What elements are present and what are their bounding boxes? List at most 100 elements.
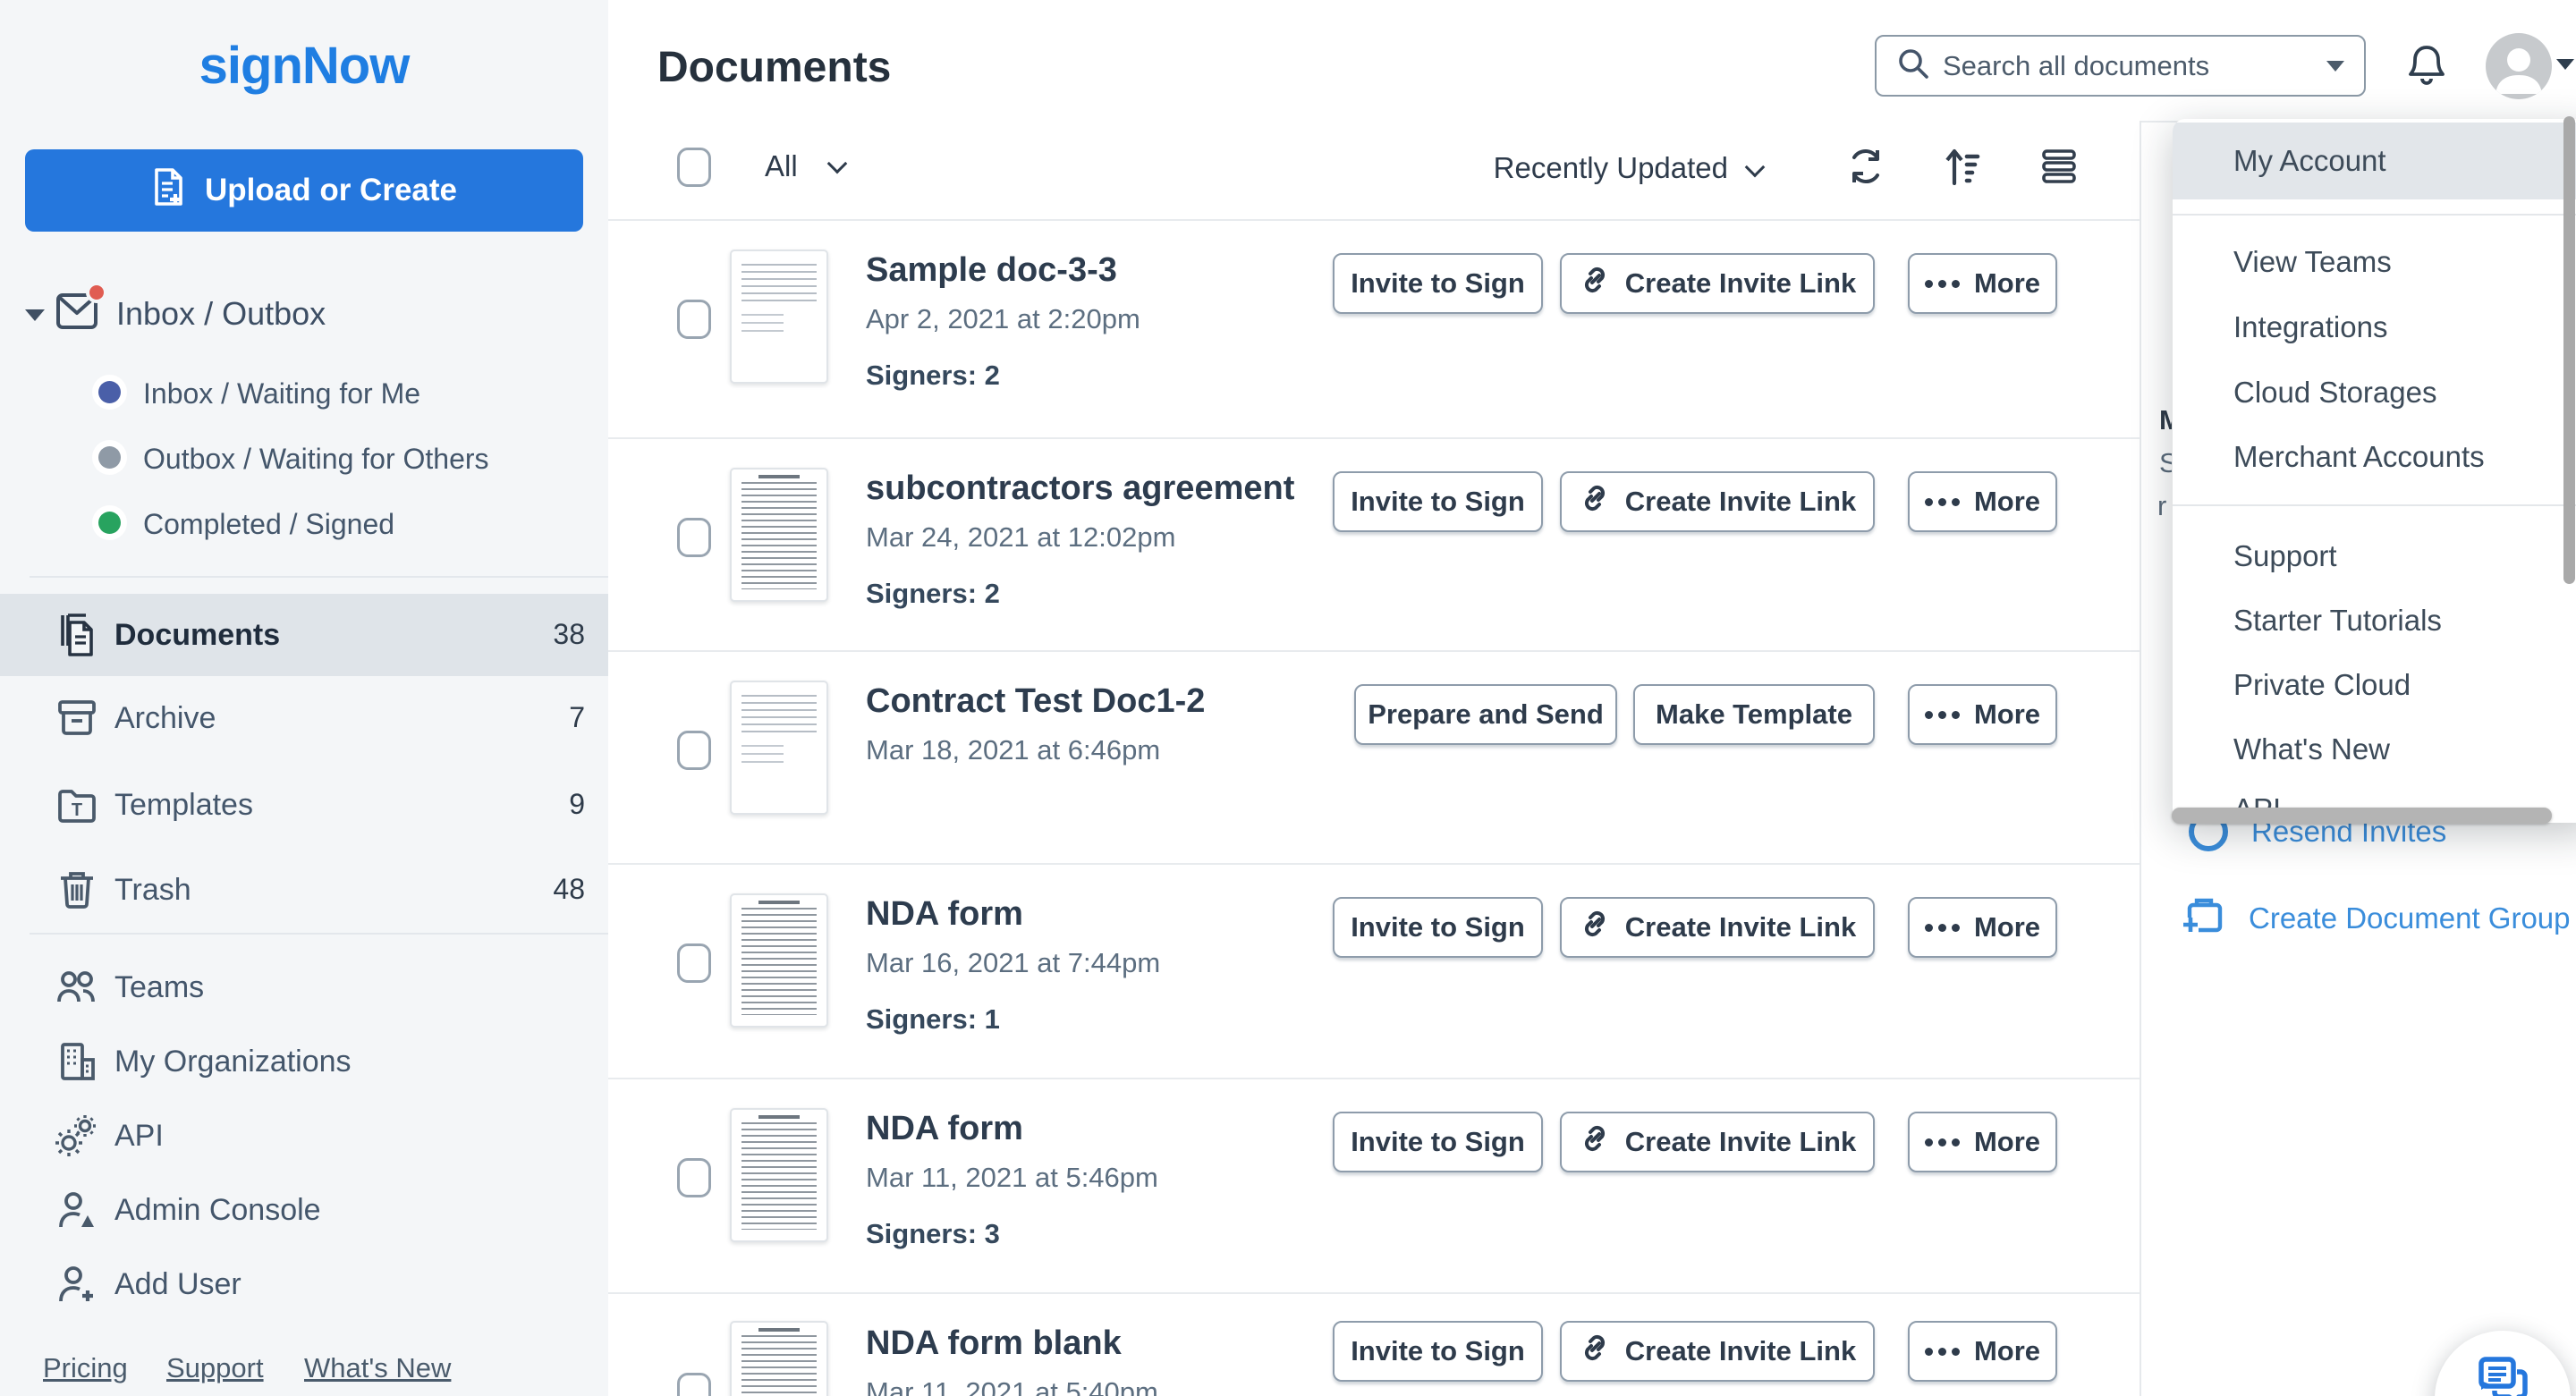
ellipsis-icon bbox=[1925, 1348, 1960, 1356]
create-invite-link-button[interactable]: Create Invite Link bbox=[1560, 253, 1875, 314]
chevron-down-icon[interactable] bbox=[1745, 157, 1766, 178]
document-thumbnail[interactable] bbox=[730, 681, 828, 815]
invite-to-sign-button[interactable]: Invite to Sign bbox=[1333, 471, 1543, 532]
menu-item-cloud-storages[interactable]: Cloud Storages bbox=[2173, 376, 2576, 410]
account-menu-caret-icon[interactable] bbox=[2556, 59, 2574, 70]
user-avatar[interactable] bbox=[2486, 33, 2552, 99]
row-checkbox[interactable] bbox=[677, 943, 711, 983]
menu-item-merchant-accounts[interactable]: Merchant Accounts bbox=[2173, 440, 2576, 474]
horizontal-scrollbar[interactable] bbox=[2172, 808, 2552, 824]
sidebar-item-api[interactable]: API bbox=[0, 1095, 608, 1177]
row-checkbox[interactable] bbox=[677, 731, 711, 770]
more-button[interactable]: More bbox=[1908, 1112, 2057, 1172]
upload-or-create-button[interactable]: Upload or Create bbox=[25, 149, 583, 232]
list-view-icon[interactable] bbox=[2040, 148, 2078, 190]
unread-badge bbox=[86, 282, 107, 303]
sidebar-item-templates[interactable]: T Templates 9 bbox=[0, 764, 608, 846]
document-date: Mar 24, 2021 at 12:02pm bbox=[866, 521, 1175, 554]
notifications-bell-icon[interactable] bbox=[2406, 43, 2447, 90]
documents-icon bbox=[55, 613, 98, 661]
document-thumbnail[interactable] bbox=[730, 1108, 828, 1242]
document-title[interactable]: Sample doc-3-3 bbox=[866, 251, 1117, 290]
nav-label: Teams bbox=[114, 970, 204, 1005]
document-title[interactable]: NDA form bbox=[866, 1110, 1023, 1148]
sidebar-item-completed-signed[interactable]: Completed / Signed bbox=[0, 498, 608, 548]
chat-bubbles-icon bbox=[2474, 1354, 2531, 1396]
svg-text:T: T bbox=[72, 800, 82, 820]
prepare-and-send-button[interactable]: Prepare and Send bbox=[1354, 684, 1617, 745]
invite-to-sign-button[interactable]: Invite to Sign bbox=[1333, 897, 1543, 958]
create-invite-link-button[interactable]: Create Invite Link bbox=[1560, 897, 1875, 958]
row-checkbox[interactable] bbox=[677, 1373, 711, 1396]
trash-count: 48 bbox=[553, 873, 585, 906]
refresh-icon[interactable] bbox=[1847, 148, 1885, 190]
vertical-scrollbar[interactable] bbox=[2563, 116, 2575, 584]
more-button[interactable]: More bbox=[1908, 1321, 2057, 1382]
sidebar-item-add-user[interactable]: Add User bbox=[0, 1243, 608, 1325]
search-scope-caret-icon[interactable] bbox=[2326, 61, 2344, 72]
expander-caret-icon[interactable] bbox=[25, 309, 45, 321]
invite-to-sign-button[interactable]: Invite to Sign bbox=[1333, 253, 1543, 314]
menu-item-whats-new[interactable]: What's New bbox=[2173, 732, 2576, 766]
pricing-link[interactable]: Pricing bbox=[43, 1352, 128, 1384]
sidebar-item-outbox-waiting-for-others[interactable]: Outbox / Waiting for Others bbox=[0, 433, 608, 483]
sidebar-item-documents[interactable]: Documents 38 bbox=[0, 594, 608, 676]
row-checkbox[interactable] bbox=[677, 1158, 711, 1197]
select-all-checkbox[interactable] bbox=[677, 148, 711, 187]
link-icon bbox=[1579, 1332, 1611, 1371]
sidebar-item-admin-console[interactable]: Admin Console bbox=[0, 1169, 608, 1251]
sidebar-item-trash[interactable]: Trash 48 bbox=[0, 849, 608, 931]
document-title[interactable]: NDA form bbox=[866, 895, 1023, 934]
nav-label: API bbox=[114, 1119, 164, 1154]
sidebar-item-inbox-waiting-for-me[interactable]: Inbox / Waiting for Me bbox=[0, 368, 608, 418]
support-link[interactable]: Support bbox=[166, 1352, 264, 1384]
sidebar-item-inbox-outbox[interactable]: Inbox / Outbox bbox=[0, 283, 608, 345]
document-thumbnail[interactable] bbox=[730, 250, 828, 384]
document-thumbnail[interactable] bbox=[730, 468, 828, 602]
menu-item-support[interactable]: Support bbox=[2173, 539, 2576, 573]
document-title[interactable]: NDA form blank bbox=[866, 1324, 1122, 1363]
menu-item-integrations[interactable]: Integrations bbox=[2173, 310, 2576, 344]
sidebar-item-archive[interactable]: Archive 7 bbox=[0, 677, 608, 759]
chevron-down-icon[interactable] bbox=[827, 154, 848, 174]
invite-to-sign-button[interactable]: Invite to Sign bbox=[1333, 1321, 1543, 1382]
menu-item-my-account[interactable]: My Account bbox=[2173, 123, 2576, 199]
document-row: NDA form Mar 11, 2021 at 5:46pm Signers:… bbox=[608, 1078, 2140, 1296]
search-input[interactable] bbox=[1943, 50, 2326, 82]
create-invite-link-button[interactable]: Create Invite Link bbox=[1560, 1321, 1875, 1382]
more-button[interactable]: More bbox=[1908, 897, 2057, 958]
document-date: Apr 2, 2021 at 2:20pm bbox=[866, 303, 1140, 335]
row-checkbox[interactable] bbox=[677, 300, 711, 339]
sort-dropdown[interactable]: Recently Updated bbox=[1494, 151, 1728, 185]
whats-new-link[interactable]: What's New bbox=[304, 1352, 451, 1384]
sort-order-icon[interactable] bbox=[1944, 148, 1981, 190]
inbox-status-dot-icon bbox=[98, 381, 121, 403]
create-invite-link-button[interactable]: Create Invite Link bbox=[1560, 1112, 1875, 1172]
menu-item-private-cloud[interactable]: Private Cloud bbox=[2173, 668, 2576, 702]
sidebar-item-my-organizations[interactable]: My Organizations bbox=[0, 1020, 608, 1103]
row-checkbox[interactable] bbox=[677, 518, 711, 557]
create-invite-link-button[interactable]: Create Invite Link bbox=[1560, 471, 1875, 532]
completed-status-dot-icon bbox=[98, 512, 121, 534]
search-box[interactable] bbox=[1875, 35, 2366, 97]
document-thumbnail[interactable] bbox=[730, 1321, 828, 1396]
more-button[interactable]: More bbox=[1908, 253, 2057, 314]
document-title[interactable]: subcontractors agreement bbox=[866, 470, 1294, 508]
sidebar-item-teams[interactable]: Teams bbox=[0, 946, 608, 1028]
menu-item-starter-tutorials[interactable]: Starter Tutorials bbox=[2173, 604, 2576, 638]
nav-label: My Organizations bbox=[114, 1045, 352, 1079]
document-row: subcontractors agreement Mar 24, 2021 at… bbox=[608, 437, 2140, 656]
document-title[interactable]: Contract Test Doc1-2 bbox=[866, 682, 1205, 721]
invite-to-sign-button[interactable]: Invite to Sign bbox=[1333, 1112, 1543, 1172]
menu-item-view-teams[interactable]: View Teams bbox=[2173, 245, 2576, 279]
make-template-button[interactable]: Make Template bbox=[1633, 684, 1875, 745]
create-document-group-link[interactable]: Create Document Group bbox=[2181, 893, 2571, 944]
document-thumbnail[interactable] bbox=[730, 893, 828, 1028]
ellipsis-icon bbox=[1925, 498, 1960, 506]
button-label: More bbox=[1974, 486, 2040, 518]
list-toolbar: All Recently Updated bbox=[608, 121, 2140, 219]
filter-all-dropdown[interactable]: All bbox=[765, 149, 798, 183]
more-button[interactable]: More bbox=[1908, 684, 2057, 745]
more-button[interactable]: More bbox=[1908, 471, 2057, 532]
live-chat-button[interactable] bbox=[2435, 1331, 2571, 1396]
